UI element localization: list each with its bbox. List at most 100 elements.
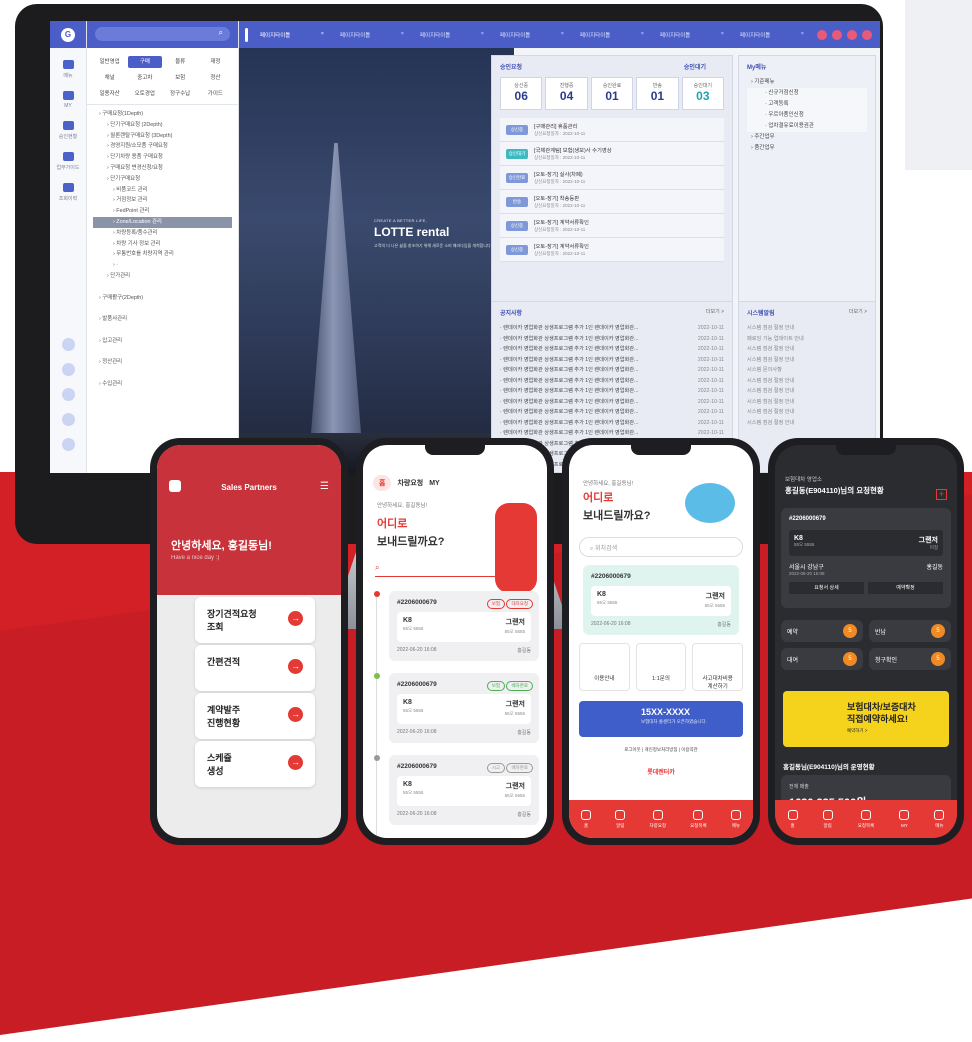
shortcut-icon[interactable] (62, 338, 75, 351)
nav-tab[interactable]: MY (429, 480, 440, 487)
my-menu-item[interactable]: · 업차결유료이용권관 (747, 121, 867, 132)
reservation-banner[interactable]: 보험대차/보증대차 직접예약하세요! 예약하기 > (783, 691, 949, 747)
notice-item[interactable]: · 렌데이카 영업화관 상생프로그램 추가 1인 렌데이카 영업화관... 202… (492, 323, 732, 334)
bottom-nav-item[interactable]: 요청목록 (858, 809, 874, 829)
location-search-input[interactable]: ⌕ 위치검색 (579, 537, 743, 557)
rail-item[interactable]: 승인현황 (50, 121, 86, 140)
count-card[interactable]: 대여 5 (781, 648, 863, 670)
hamburger-icon[interactable]: ☰ (320, 481, 329, 492)
shortcut-icon[interactable] (62, 363, 75, 376)
tab-prev-button[interactable] (817, 29, 827, 40)
arrow-right-icon[interactable]: → (288, 659, 303, 674)
approval-row[interactable]: 상신중 [구매관리] 휴품관리 상신요청일자 : 2022-10-11 (500, 118, 724, 142)
approval-row[interactable]: 상신중 [오토-장기] 계약서류확인 상신요청일자 : 2022-10-11 (500, 214, 724, 238)
bottom-nav-item[interactable]: 차량요청 (649, 809, 666, 829)
my-menu-item[interactable]: › 기준메뉴 (739, 77, 875, 88)
rail-item[interactable]: 메뉴 (50, 60, 86, 79)
my-menu-item[interactable]: › 품간업무 (739, 143, 875, 154)
alert-item[interactable]: 시스템 점검 절정 안내 (739, 386, 875, 397)
quick-menu[interactable]: 사고대차비용 계산하기 (692, 643, 744, 691)
rail-item[interactable]: 조회이력 (50, 183, 86, 202)
category-tab[interactable]: 정구수납 (164, 88, 197, 100)
tab-list-button[interactable] (847, 29, 857, 40)
tree-item[interactable]: › 월론렌탈구매요청 (3Depth) (93, 131, 232, 142)
my-menu-item[interactable]: › 주간업무 (739, 132, 875, 143)
notice-item[interactable]: · 렌데이카 영업화관 상생프로그램 추가 1인 렌데이카 영업화관... 202… (492, 334, 732, 345)
shortcut-icon[interactable] (62, 413, 75, 426)
arrow-right-icon[interactable]: → (288, 755, 303, 770)
page-tab[interactable]: 페이지타이틀 × (412, 31, 492, 39)
tree-item[interactable]: › 차량등록/품수관리 (93, 228, 232, 239)
tree-item[interactable]: › 발품사관리 (93, 314, 232, 325)
close-icon[interactable]: × (721, 31, 724, 39)
page-tab[interactable]: 페이지타이틀 × (332, 31, 412, 39)
tree-item[interactable]: › 단기차량 용품 구매요청 (93, 152, 232, 163)
confirm-reservation-button[interactable]: 예약확정 (868, 582, 943, 594)
category-tab[interactable]: 오토경업 (128, 88, 161, 100)
tab-close-all-button[interactable] (862, 29, 872, 40)
request-card[interactable]: #2206000679 K8 55오 5555 그랜저 미정 서울시 강남구 홍길동 2… (781, 508, 951, 608)
category-tab[interactable]: 구매 (128, 56, 162, 68)
count-card[interactable]: 예약 5 (781, 620, 863, 642)
category-tab[interactable]: 중고차 (128, 72, 161, 84)
tree-item[interactable]: › 차량 기사 정보 관리 (93, 239, 232, 250)
category-tab[interactable]: 재정 (199, 56, 232, 68)
tree-item[interactable]: › Zone/Location 관리 (93, 216, 232, 228)
notice-item[interactable]: · 렌데이카 영업화관 상생프로그램 추가 1인 렌데이카 영업화관... 202… (492, 407, 732, 418)
tree-item[interactable]: › 구매활구(2Depth) (93, 293, 232, 304)
arrow-right-icon[interactable]: → (288, 707, 303, 722)
tree-item[interactable] (93, 282, 232, 293)
menu-card[interactable]: 스케쥴 생성 → (195, 741, 315, 787)
menu-card[interactable]: 장기견적요청 조회 → (195, 597, 315, 643)
close-icon[interactable]: × (401, 31, 404, 39)
approval-row[interactable]: 승인완료 [오토-장기] 실사(차폐) 상신요청일자 : 2022-10-11 (500, 166, 724, 190)
request-card[interactable]: #2206000679 K8 55오 5555 그랜저 55오 5555 2022-0… (583, 565, 739, 635)
request-detail-button[interactable]: 요청서 상세 (789, 582, 864, 594)
close-icon[interactable]: × (321, 31, 324, 39)
page-tab[interactable]: 페이지타이틀 × (572, 31, 652, 39)
tree-item[interactable]: › 수입관리 (93, 379, 232, 390)
rail-item[interactable]: 업무가이드 (50, 152, 86, 171)
count-card[interactable]: 반납 5 (869, 620, 951, 642)
tree-item[interactable]: › FedPoint 관리 (93, 206, 232, 217)
approval-stat[interactable]: 진행중 04 (545, 77, 588, 110)
page-tab[interactable]: 페이지타이틀 × (652, 31, 732, 39)
alert-item[interactable]: 시스템 문의사항 (739, 365, 875, 376)
request-card[interactable]: #2206000679 보험 대차요청 K8 55오 5555 그랜저 55오 5555 20… (389, 591, 539, 661)
category-tab[interactable]: 물류 (164, 56, 197, 68)
notice-item[interactable]: · 렌데이카 영업화관 상생프로그램 추가 1인 렌데이카 영업화관... 202… (492, 365, 732, 376)
category-tab[interactable]: 일반영업 (93, 56, 126, 68)
app-logo[interactable]: G (61, 27, 75, 42)
notice-item[interactable]: · 렌데이카 영업화관 상생프로그램 추가 1인 렌데이카 영업화관... 202… (492, 376, 732, 387)
nav-tab[interactable]: 홈 (373, 475, 392, 491)
alert-item[interactable]: 패로잉 기능 업데이트 안내 (739, 334, 875, 345)
alert-item[interactable]: 시스템 점검 절정 안내 (739, 376, 875, 387)
request-card[interactable]: #2206000679 시고 배차완료 K8 55오 5555 그랜저 55오 5555 20… (389, 755, 539, 825)
bottom-nav-item[interactable]: 알림 (822, 809, 833, 829)
my-menu-item[interactable]: · 신규거점신청 (747, 88, 867, 99)
bottom-nav-item[interactable]: 메뉴 (730, 809, 741, 829)
notice-item[interactable]: · 렌데이카 영업화관 상생프로그램 추가 1인 렌데이카 영업화관... 202… (492, 386, 732, 397)
bottom-nav-item[interactable]: 홈 (581, 809, 592, 829)
tab-next-button[interactable] (832, 29, 842, 40)
bottom-nav-item[interactable]: 요청목록 (690, 809, 707, 829)
shortcut-icon[interactable] (62, 438, 75, 451)
bottom-nav-item[interactable]: 알림 (615, 809, 626, 829)
tree-item[interactable]: › 구매요청(1Depth) (93, 109, 232, 120)
my-menu-item[interactable]: · 고객등록 (747, 99, 867, 110)
arrow-right-icon[interactable]: → (288, 611, 303, 626)
tree-item[interactable] (93, 325, 232, 336)
notice-item[interactable]: · 렌데이카 영업화관 상생프로그램 추가 1인 렌데이카 영업화관... 202… (492, 355, 732, 366)
tree-item[interactable]: › 단기구매요청 (2Depth) (93, 120, 232, 131)
category-tab[interactable]: 보험 (164, 72, 197, 84)
alert-item[interactable]: 시스템 점검 절정 안내 (739, 323, 875, 334)
notice-item[interactable]: · 렌데이카 영업화관 상생프로그램 추가 1인 렌데이카 영업화관... 202… (492, 344, 732, 355)
notice-more-link[interactable]: 더보기 > (706, 308, 724, 315)
tree-item[interactable]: › 무통번호를 차량지역 관리 (93, 249, 232, 260)
tree-item[interactable]: › 비품코드 관리 (93, 185, 232, 196)
approval-stat[interactable]: 승인완료 01 (590, 77, 634, 110)
alert-item[interactable]: 시스템 점검 절정 안내 (739, 407, 875, 418)
quick-menu[interactable]: 이용안내 (579, 643, 630, 691)
callcenter-banner[interactable]: 15XX-XXXX 보험대차 콜센터가 오픈하였습니다. (579, 701, 743, 737)
rail-item[interactable]: MY (50, 91, 86, 109)
